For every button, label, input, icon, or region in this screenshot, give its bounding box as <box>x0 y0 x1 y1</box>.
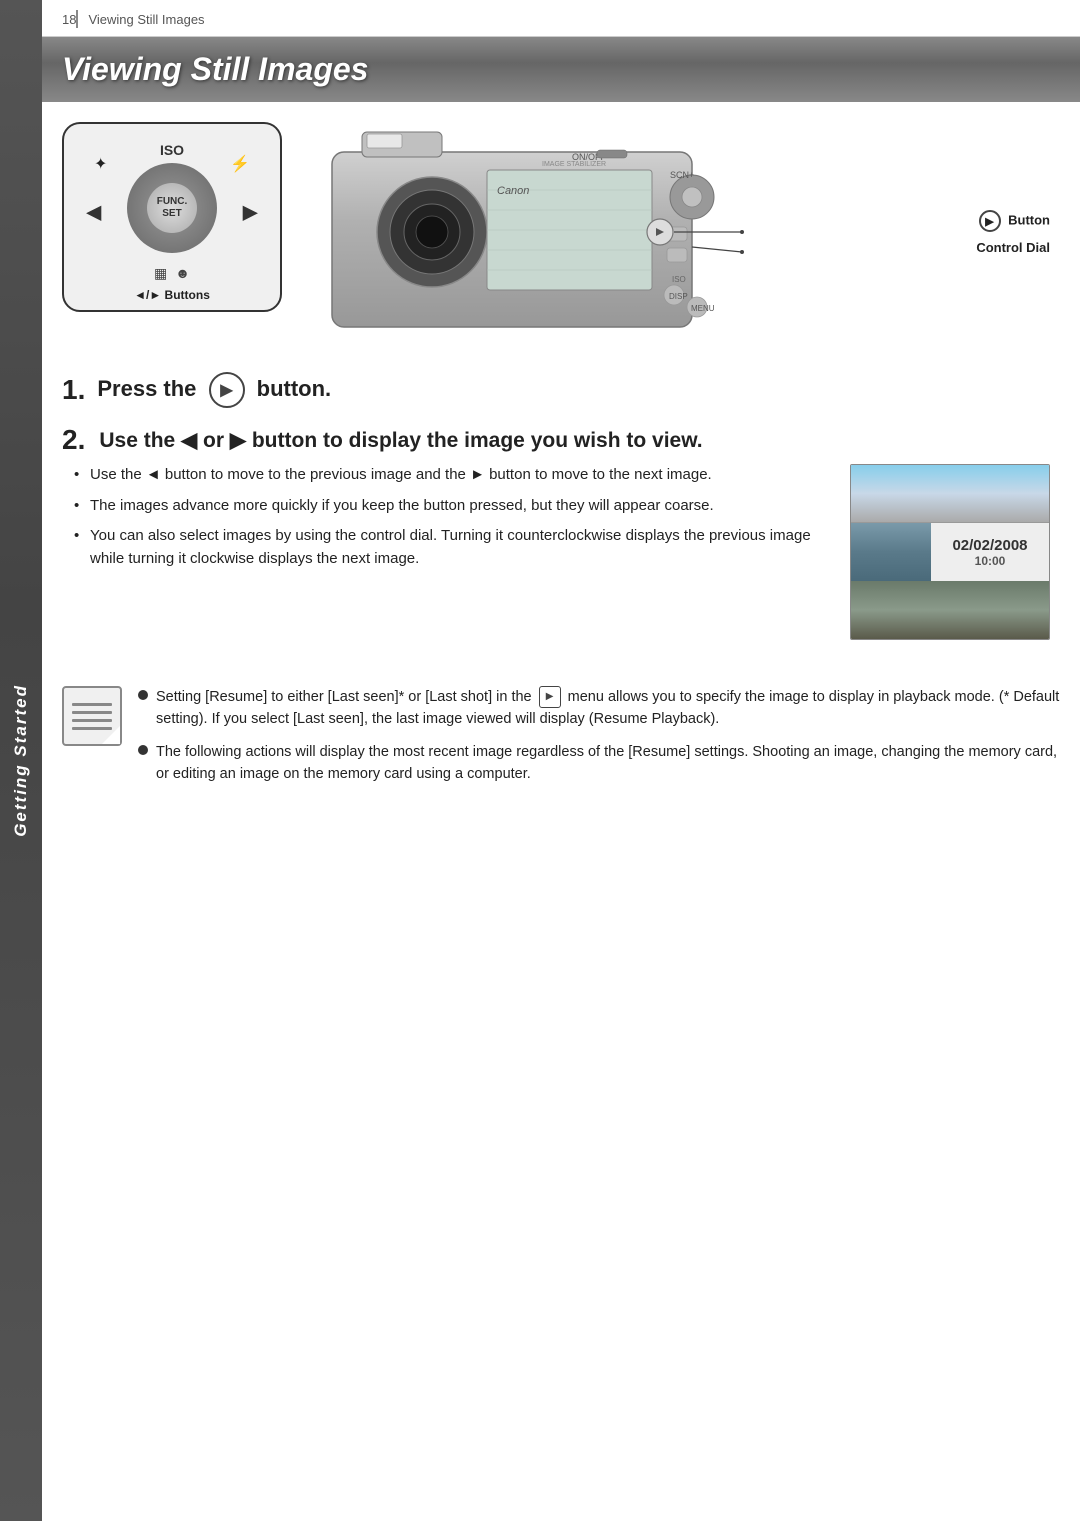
main-content: 18 Viewing Still Images Viewing Still Im… <box>42 0 1080 796</box>
play-button-icon: ▶ <box>209 372 245 408</box>
button-diagram: ISO ◀ FUNC.SET ▶ ⚡ ✦ ▦ ☻ ◄/► Buttons <box>62 122 282 312</box>
note-icon <box>62 686 122 746</box>
timer-icon: ☻ <box>175 265 190 282</box>
step1: 1. Press the ▶ button. <box>62 372 1050 408</box>
note-bullet-2: The following actions will display the m… <box>138 741 1060 786</box>
note-line-1 <box>72 703 111 706</box>
step1-number: 1. <box>62 374 85 406</box>
svg-text:SCN+: SCN+ <box>670 170 694 180</box>
note-section: Setting [Resume] to either [Last seen]* … <box>62 686 1060 796</box>
bullet-1: Use the ◄ button to move to the previous… <box>74 464 830 487</box>
svg-text:MENU: MENU <box>691 304 715 313</box>
camera-svg: ON/OFF Canon IMAGE STABILIZER SCN+ ISO D… <box>302 122 782 342</box>
play-icon-small: ▶ <box>979 210 1001 232</box>
sidebar: Getting Started <box>0 0 42 1521</box>
thumbnail-bottom <box>851 581 1049 639</box>
bullet-dot-1 <box>138 690 148 700</box>
func-set-label: FUNC.SET <box>147 183 197 233</box>
thumbnail-middle: 02/02/2008 10:00 <box>851 523 1049 581</box>
sidebar-label: Getting Started <box>11 684 31 837</box>
mode-icon: ▦ <box>154 265 167 282</box>
camera-body-diagram: ON/OFF Canon IMAGE STABILIZER SCN+ ISO D… <box>302 122 1050 342</box>
note-line-2 <box>72 711 111 714</box>
content-row: Use the ◄ button to move to the previous… <box>62 464 1050 640</box>
note-text-1: Setting [Resume] to either [Last seen]* … <box>156 686 1060 731</box>
bullet-3: You can also select images by using the … <box>74 525 830 570</box>
step2-heading-text: Use the ◀ or ▶ button to display the ima… <box>99 428 702 453</box>
iso-label: ISO <box>160 142 184 158</box>
note-text-2: The following actions will display the m… <box>156 741 1060 786</box>
thumbnail-date: 02/02/2008 <box>952 537 1027 554</box>
thumbnail-time: 10:00 <box>975 554 1006 568</box>
step2-number: 2. <box>62 424 85 456</box>
note-content: Setting [Resume] to either [Last seen]* … <box>138 686 1060 796</box>
thumbnail-top <box>851 465 1049 523</box>
step2-heading: 2. Use the ◀ or ▶ button to display the … <box>62 424 1050 456</box>
control-dial-label-text: Control Dial <box>976 240 1050 255</box>
play-button-label: ▶ Button <box>979 210 1051 232</box>
thumbnail-middle-image <box>851 523 931 581</box>
svg-text:DISP: DISP <box>669 292 688 301</box>
right-arrow-icon: ▶ <box>243 200 258 225</box>
step2: 2. Use the ◀ or ▶ button to display the … <box>62 424 1050 640</box>
svg-text:ISO: ISO <box>672 275 686 284</box>
chapter-title: Viewing Still Images <box>62 51 1060 88</box>
play-menu-icon: ▶ <box>539 686 561 708</box>
svg-text:Canon: Canon <box>497 185 529 197</box>
page-section-title: Viewing Still Images <box>88 12 204 27</box>
chapter-title-bar: Viewing Still Images <box>42 37 1080 102</box>
bullet-column: Use the ◄ button to move to the previous… <box>62 464 830 578</box>
thumbnail-strip: 02/02/2008 10:00 <box>850 464 1050 640</box>
thumbnail-info: 02/02/2008 10:00 <box>931 523 1049 581</box>
bottom-icons: ▦ ☻ <box>154 265 190 282</box>
buttons-label: ◄/► Buttons <box>134 288 210 302</box>
camera-section: ISO ◀ FUNC.SET ▶ ⚡ ✦ ▦ ☻ ◄/► Buttons <box>42 122 1080 362</box>
page-header: 18 Viewing Still Images <box>42 0 1080 37</box>
func-set-button: FUNC.SET <box>127 163 217 253</box>
bullet-2: The images advance more quickly if you k… <box>74 495 830 518</box>
note-corner <box>102 726 120 744</box>
left-arrow-icon: ◀ <box>86 200 101 225</box>
button-label-text: Button <box>1008 213 1050 228</box>
macro-icon: ✦ <box>94 154 107 174</box>
svg-text:IMAGE STABILIZER: IMAGE STABILIZER <box>542 161 606 168</box>
steps-section: 1. Press the ▶ button. 2. Use the ◀ or ▶… <box>42 362 1080 666</box>
bullet-dot-2 <box>138 745 148 755</box>
note-line-3 <box>72 719 111 722</box>
step2-bullets: Use the ◄ button to move to the previous… <box>74 464 830 570</box>
step1-text: Press the ▶ button. <box>97 372 331 408</box>
header-divider <box>76 10 78 28</box>
page-number: 18 <box>62 12 76 27</box>
note-bullet-1: Setting [Resume] to either [Last seen]* … <box>138 686 1060 731</box>
flash-icon: ⚡ <box>230 154 250 174</box>
